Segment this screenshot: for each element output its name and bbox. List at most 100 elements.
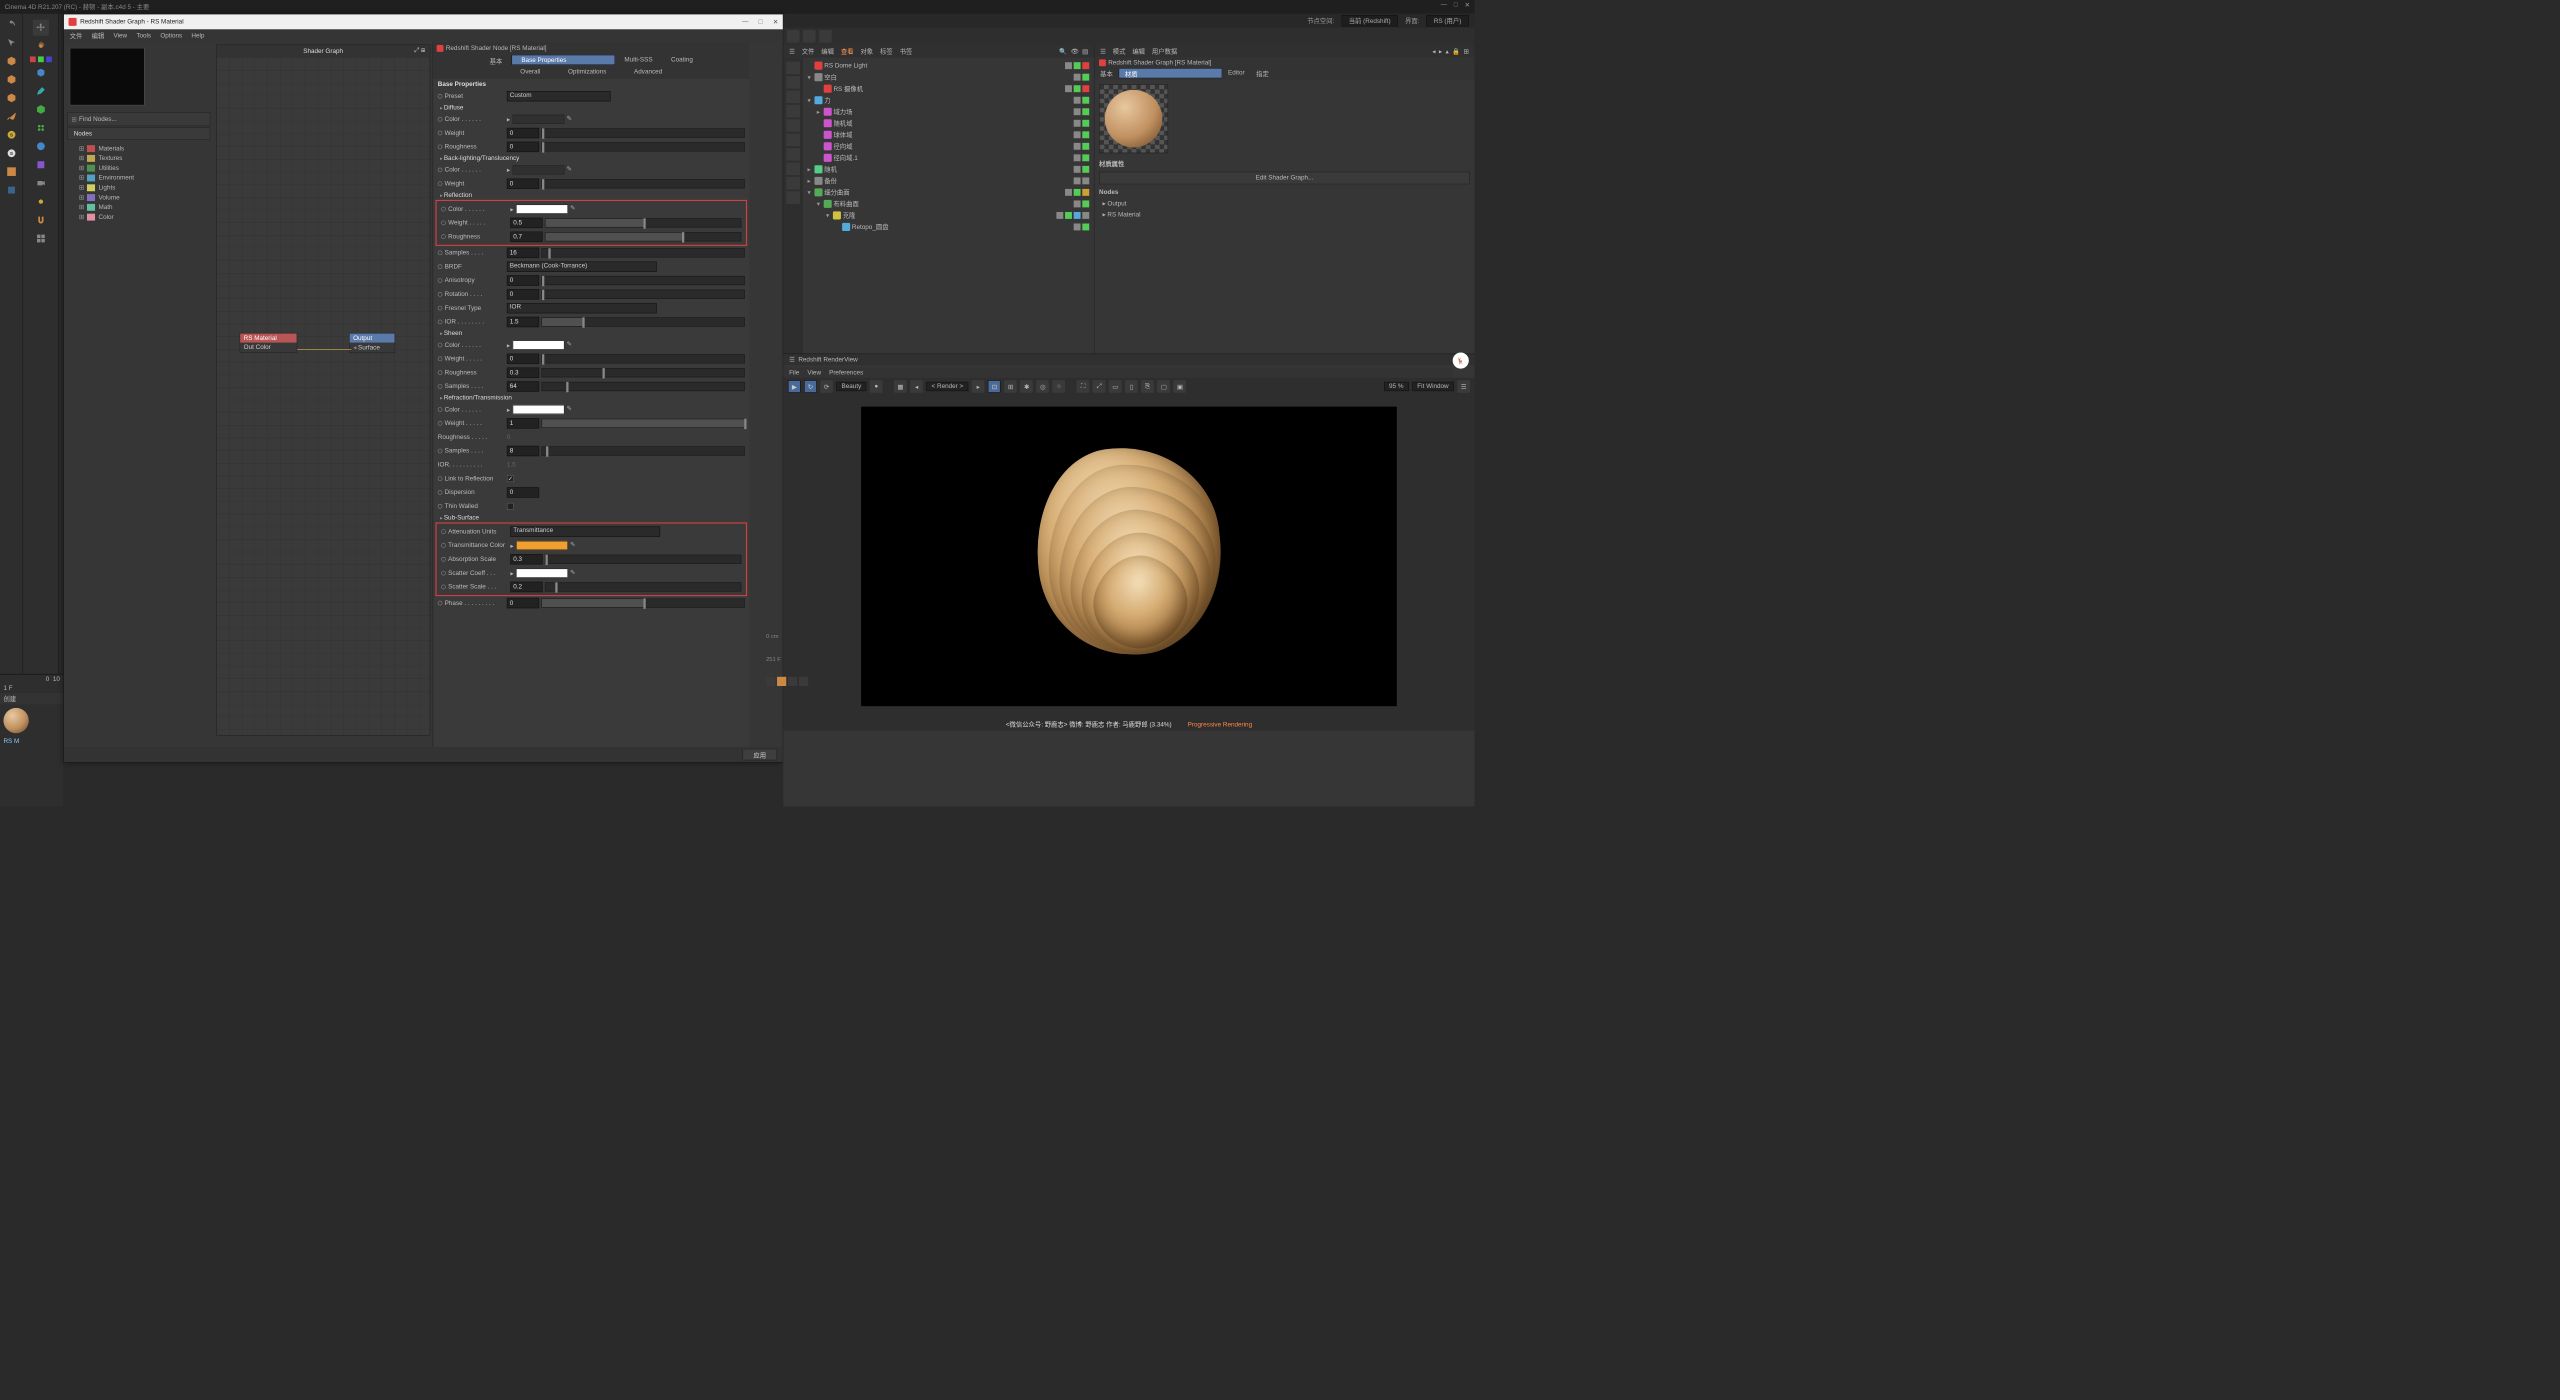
sg-maximize-icon[interactable]: □ [759, 18, 763, 25]
rv-icon[interactable]: ◎ [1036, 380, 1049, 393]
cube-icon[interactable] [3, 53, 19, 69]
subtab-optimizations[interactable]: Optimizations [560, 67, 615, 79]
toolbar-icon[interactable] [787, 30, 800, 43]
rv-icon[interactable]: ⤢ [1093, 380, 1106, 393]
eyedropper-icon[interactable]: ✎ [567, 405, 576, 414]
object-item[interactable]: RS Dome Light [805, 60, 1091, 72]
material-swatch[interactable] [3, 708, 28, 733]
gear-icon[interactable] [33, 38, 49, 54]
link-reflection-checkbox[interactable] [507, 475, 514, 482]
attr-tab-material[interactable]: 材质 [1119, 68, 1223, 78]
anisotropy[interactable] [507, 275, 539, 285]
sheen-roughness[interactable] [507, 367, 539, 377]
ior[interactable] [507, 317, 539, 327]
attr-tab-assign[interactable]: 指定 [1250, 68, 1274, 80]
object-item[interactable]: ▾空白 [805, 71, 1091, 83]
object-item[interactable]: ▾细分曲面 [805, 187, 1091, 199]
reflection-samples[interactable] [507, 248, 539, 258]
thin-walled-checkbox[interactable] [507, 503, 514, 510]
obj-tool-icon[interactable] [786, 191, 800, 204]
node-out-port[interactable]: Surface [358, 344, 380, 351]
eyedropper-icon[interactable]: ✎ [570, 569, 579, 578]
rv-menu-view[interactable]: View [807, 369, 821, 376]
section-backlight[interactable]: Back-lighting/Translucency [433, 154, 749, 163]
obj-menu-tags[interactable]: 标签 [880, 47, 893, 56]
magnet-icon[interactable] [33, 212, 49, 228]
tab-coating[interactable]: Coating [662, 55, 702, 68]
rv-refresh-icon[interactable]: ⟳ [820, 380, 833, 393]
phase[interactable] [507, 598, 539, 608]
sheen-weight[interactable] [507, 354, 539, 364]
obj-tool-icon[interactable] [786, 76, 800, 89]
obj-tool-icon[interactable] [786, 90, 800, 103]
object-item[interactable]: ▸随机 [805, 164, 1091, 176]
obj-menu-view[interactable]: 查看 [841, 47, 854, 56]
node-category[interactable]: ⊞Utilities [70, 163, 208, 173]
node-category[interactable]: ⊞Volume [70, 192, 208, 202]
absorption-scale[interactable] [510, 554, 542, 564]
object-item[interactable]: RS 摄像机 [805, 83, 1091, 95]
attr-node-rsmaterial[interactable]: ▸ RS Material [1094, 209, 1474, 220]
tab-basic[interactable]: 基本 [480, 55, 511, 68]
subtab-overall[interactable]: Overall [512, 67, 548, 79]
attr-menu-userdata[interactable]: 用户数据 [1152, 47, 1177, 56]
rv-fit-select[interactable]: Fit Window [1412, 382, 1454, 391]
deform-icon[interactable] [3, 182, 19, 198]
reflection-roughness-slider[interactable] [545, 232, 741, 241]
rv-icon[interactable]: ▭ [1109, 380, 1122, 393]
refraction-weight[interactable] [507, 418, 539, 428]
backlight-weight[interactable] [507, 179, 539, 189]
object-item[interactable]: ▸备份 [805, 175, 1091, 187]
sheen-samples[interactable] [507, 381, 539, 391]
obj-tool-icon[interactable] [786, 162, 800, 175]
cube-tool-icon[interactable] [33, 65, 49, 81]
cube3-icon[interactable] [3, 90, 19, 106]
reflection-weight-slider[interactable] [545, 218, 741, 227]
cloner-icon[interactable] [33, 120, 49, 136]
node-category[interactable]: ⊞Materials [70, 143, 208, 153]
eye-icon[interactable]: 👁 [1071, 48, 1079, 55]
eyedropper-icon[interactable]: ✎ [567, 165, 576, 174]
reflection-roughness[interactable] [510, 232, 542, 242]
section-subsurface[interactable]: Sub-Surface [433, 513, 749, 522]
section-refraction[interactable]: Refraction/Transmission [433, 393, 749, 402]
tab-base-properties[interactable]: Base Properties [512, 55, 616, 65]
rv-menu-prefs[interactable]: Preferences [829, 369, 863, 376]
rv-icon[interactable]: ☰ [1457, 380, 1470, 393]
sphere-s-icon[interactable]: S [3, 127, 19, 143]
diffuse-roughness[interactable] [507, 142, 539, 152]
rv-icon[interactable]: ○ [1053, 380, 1066, 393]
object-item[interactable]: ▾力 [805, 94, 1091, 106]
attenuation-select[interactable]: Transmittance [510, 526, 660, 536]
transmittance-color[interactable] [516, 541, 568, 550]
obj-menu-bookmarks[interactable]: 书签 [900, 47, 913, 56]
diffuse-weight[interactable] [507, 128, 539, 138]
scatter-color[interactable] [516, 569, 568, 578]
refraction-color[interactable] [512, 405, 564, 414]
node-output[interactable]: Output ◂ Surface [349, 333, 395, 353]
dispersion[interactable] [507, 487, 539, 497]
section-reflection[interactable]: Reflection [433, 191, 749, 200]
eyedropper-icon[interactable]: ✎ [570, 541, 579, 550]
rv-channel-select[interactable]: Beauty [836, 382, 866, 391]
reflection-weight[interactable] [510, 218, 542, 228]
rv-icon[interactable]: ▯ [1125, 380, 1138, 393]
object-item[interactable]: 径向域 [805, 141, 1091, 153]
light-icon[interactable] [33, 194, 49, 210]
eyedropper-icon[interactable]: ✎ [567, 340, 576, 349]
rv-icon[interactable]: ⊡ [988, 380, 1001, 393]
lock-icon[interactable]: 🔒 [1452, 48, 1460, 55]
rv-loop-icon[interactable]: ↻ [804, 380, 817, 393]
scatter-scale[interactable] [510, 582, 542, 592]
bg-icon[interactable] [777, 677, 786, 686]
new-window-icon[interactable]: ⊞ [1463, 48, 1468, 55]
rv-zoom[interactable]: 95 % [1384, 382, 1409, 391]
move-icon[interactable] [33, 20, 49, 36]
sheen-color[interactable] [512, 340, 564, 349]
node-category[interactable]: ⊞Environment [70, 173, 208, 183]
rv-icon[interactable]: ⎘ [1141, 380, 1154, 393]
obj-tool-icon[interactable] [786, 134, 800, 147]
refraction-samples[interactable] [507, 446, 539, 456]
edit-shader-graph-button[interactable]: Edit Shader Graph... [1099, 172, 1470, 185]
deformer-icon[interactable] [33, 157, 49, 173]
